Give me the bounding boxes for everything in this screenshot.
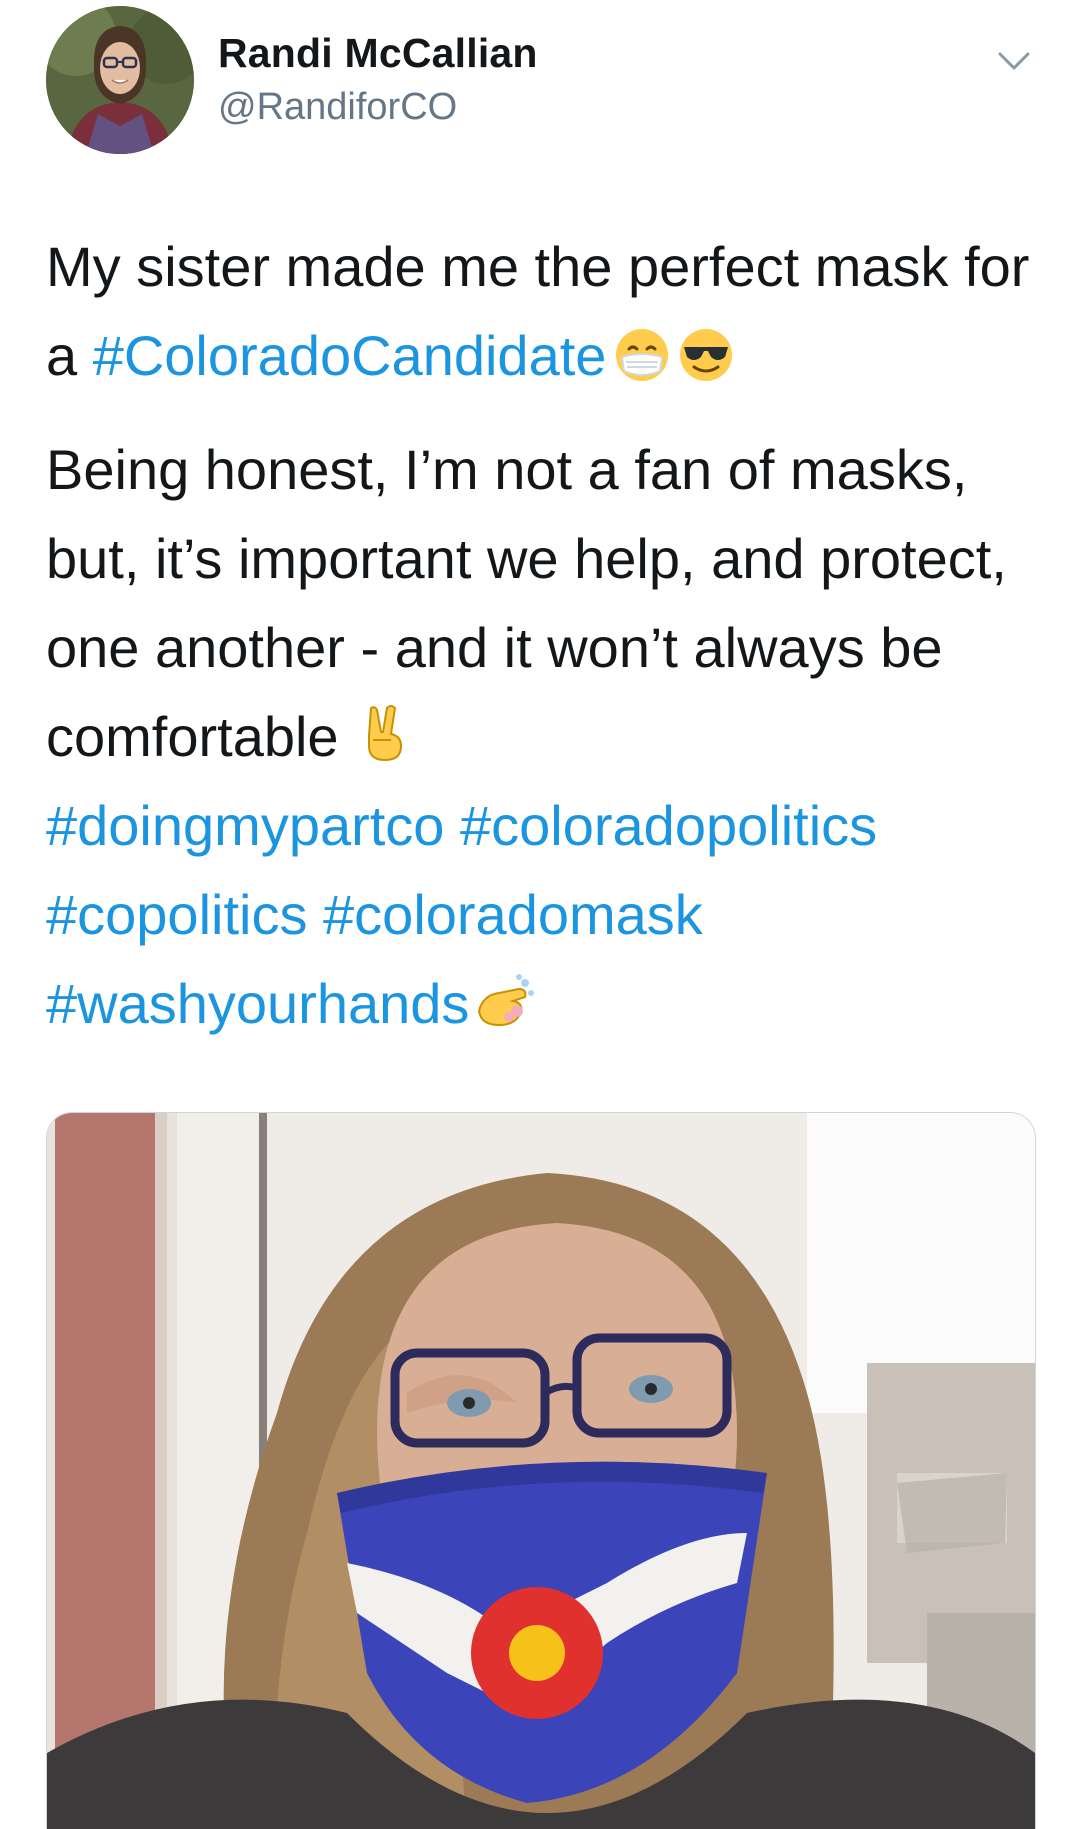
washing-hands-emoji xyxy=(473,971,539,1031)
victory-hand-emoji xyxy=(361,704,407,764)
hashtag-coloradopolitics[interactable]: #coloradopolitics xyxy=(460,794,877,857)
avatar[interactable] xyxy=(46,6,194,154)
tweet-paragraph-2: Being honest, I’m not a fan of masks, bu… xyxy=(46,425,1046,1048)
tweet-header: Randi McCallian @RandiforCO xyxy=(46,6,1034,156)
hashtag-coloradocandidate[interactable]: #ColoradoCandidate xyxy=(93,324,607,387)
tweet-photo[interactable] xyxy=(46,1112,1036,1829)
tweet-text: My sister made me the perfect mask for a… xyxy=(46,222,1046,1048)
author-handle[interactable]: @RandiforCO xyxy=(218,86,457,129)
hashtag-doingmypartco[interactable]: #doingmypartco xyxy=(46,794,444,857)
tweet-text-segment: Being honest, I’m not a fan of masks, bu… xyxy=(46,438,1007,768)
mask-face-emoji xyxy=(614,327,670,383)
hashtag-copolitics[interactable]: #copolitics xyxy=(46,883,307,946)
tweet-paragraph-1: My sister made me the perfect mask for a… xyxy=(46,222,1046,400)
hashtag-washyourhands[interactable]: #washyourhands xyxy=(46,972,469,1035)
author-name[interactable]: Randi McCallian xyxy=(218,30,538,77)
chevron-down-icon[interactable] xyxy=(994,46,1034,76)
hashtag-coloradomask[interactable]: #coloradomask xyxy=(323,883,703,946)
sunglasses-face-emoji xyxy=(678,327,734,383)
tweet: Randi McCallian @RandiforCO My sister ma… xyxy=(0,0,1080,1829)
